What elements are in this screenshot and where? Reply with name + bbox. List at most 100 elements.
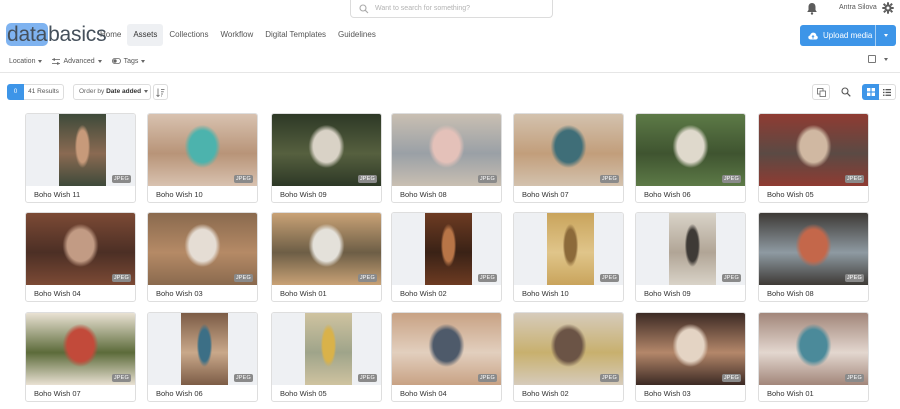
cloud-upload-icon xyxy=(808,32,818,39)
asset-photo xyxy=(547,213,594,285)
upload-dropdown-toggle[interactable] xyxy=(876,34,896,37)
asset-thumbnail[interactable]: JPEG xyxy=(636,313,745,385)
file-type-badge: JPEG xyxy=(357,274,377,282)
filter-advanced[interactable]: Advanced xyxy=(52,55,102,67)
asset-card[interactable]: JPEG Boho Wish 06 xyxy=(635,113,746,203)
file-type-badge: JPEG xyxy=(233,274,253,282)
asset-thumbnail[interactable]: JPEG xyxy=(514,114,623,186)
user-name[interactable]: Antra Silova xyxy=(839,4,877,11)
asset-card[interactable]: JPEG Boho Wish 03 xyxy=(147,212,258,302)
asset-name: Boho Wish 04 xyxy=(34,289,81,298)
asset-thumbnail[interactable]: JPEG xyxy=(148,313,257,385)
asset-card[interactable]: JPEG Boho Wish 04 xyxy=(391,312,502,402)
asset-card[interactable]: JPEG Boho Wish 11 xyxy=(25,113,136,203)
asset-card[interactable]: JPEG Boho Wish 06 xyxy=(147,312,258,402)
asset-name: Boho Wish 08 xyxy=(400,190,447,199)
asset-thumbnail[interactable]: JPEG xyxy=(392,114,501,186)
zoom-button[interactable] xyxy=(838,84,854,100)
asset-name: Boho Wish 05 xyxy=(280,389,327,398)
asset-card[interactable]: JPEG Boho Wish 02 xyxy=(513,312,624,402)
asset-thumbnail[interactable]: JPEG xyxy=(636,114,745,186)
asset-thumbnail[interactable]: JPEG xyxy=(759,313,868,385)
asset-thumbnail[interactable]: JPEG xyxy=(272,114,381,186)
asset-thumbnail[interactable]: JPEG xyxy=(392,313,501,385)
chevron-down-icon xyxy=(97,59,102,63)
asset-name: Boho Wish 08 xyxy=(767,289,814,298)
file-type-badge: JPEG xyxy=(721,274,741,282)
upload-media-label: Upload media xyxy=(823,31,873,40)
gear-icon[interactable] xyxy=(882,2,894,14)
chevron-down-icon xyxy=(884,34,888,37)
chevron-down-icon xyxy=(141,59,146,63)
file-type-badge: JPEG xyxy=(599,274,619,282)
file-type-badge: JPEG xyxy=(111,374,131,382)
asset-thumbnail[interactable]: JPEG xyxy=(26,313,135,385)
asset-card[interactable]: JPEG Boho Wish 02 xyxy=(391,212,502,302)
view-options[interactable] xyxy=(868,55,888,63)
asset-card[interactable]: JPEG Boho Wish 09 xyxy=(635,212,746,302)
main-nav: Home Assets Collections Workflow Digital… xyxy=(94,24,382,46)
asset-thumbnail[interactable]: JPEG xyxy=(514,213,623,285)
bell-icon[interactable] xyxy=(806,2,818,15)
asset-thumbnail[interactable]: JPEG xyxy=(514,313,623,385)
logo[interactable]: databasics xyxy=(6,22,107,48)
asset-card[interactable]: JPEG Boho Wish 07 xyxy=(25,312,136,402)
file-type-badge: JPEG xyxy=(844,374,864,382)
asset-card[interactable]: JPEG Boho Wish 09 xyxy=(271,113,382,203)
asset-thumbnail[interactable]: JPEG xyxy=(26,114,135,186)
file-type-badge: JPEG xyxy=(844,175,864,183)
file-type-badge: JPEG xyxy=(357,175,377,183)
asset-thumbnail[interactable]: JPEG xyxy=(392,213,501,285)
asset-thumbnail[interactable]: JPEG xyxy=(148,213,257,285)
asset-card[interactable]: JPEG Boho Wish 05 xyxy=(271,312,382,402)
asset-photo xyxy=(425,213,472,285)
filter-location[interactable]: Location xyxy=(9,55,43,67)
asset-card[interactable]: JPEG Boho Wish 10 xyxy=(147,113,258,203)
selected-count[interactable]: 0 xyxy=(7,84,24,100)
asset-thumbnail[interactable]: JPEG xyxy=(26,213,135,285)
asset-thumbnail[interactable]: JPEG xyxy=(759,213,868,285)
upload-media-button[interactable]: Upload media xyxy=(800,25,876,46)
nav-home[interactable]: Home xyxy=(94,24,127,46)
list-view-button[interactable] xyxy=(879,84,896,100)
nav-guidelines[interactable]: Guidelines xyxy=(332,24,382,46)
sort-direction-button[interactable] xyxy=(153,84,168,100)
asset-card[interactable]: JPEG Boho Wish 04 xyxy=(25,212,136,302)
duplicate-button[interactable] xyxy=(812,84,830,100)
asset-name: Boho Wish 03 xyxy=(644,389,691,398)
sort-icon xyxy=(156,88,165,97)
asset-name: Boho Wish 10 xyxy=(522,289,569,298)
nav-collections[interactable]: Collections xyxy=(163,24,214,46)
copy-icon xyxy=(816,87,826,97)
asset-card[interactable]: JPEG Boho Wish 03 xyxy=(635,312,746,402)
asset-thumbnail[interactable]: JPEG xyxy=(272,313,381,385)
asset-name: Boho Wish 02 xyxy=(522,389,569,398)
asset-thumbnail[interactable]: JPEG xyxy=(636,213,745,285)
search-box[interactable]: Want to search for something? xyxy=(350,0,553,18)
asset-card[interactable]: JPEG Boho Wish 10 xyxy=(513,212,624,302)
order-by-select[interactable]: Order by Date added xyxy=(73,84,151,100)
search-input[interactable]: Want to search for something? xyxy=(375,5,470,12)
asset-card[interactable]: JPEG Boho Wish 01 xyxy=(271,212,382,302)
asset-card[interactable]: JPEG Boho Wish 05 xyxy=(758,113,869,203)
asset-card[interactable]: JPEG Boho Wish 07 xyxy=(513,113,624,203)
square-icon xyxy=(868,55,876,63)
grid-view-button[interactable] xyxy=(862,84,879,100)
asset-thumbnail[interactable]: JPEG xyxy=(759,114,868,186)
asset-thumbnail[interactable]: JPEG xyxy=(272,213,381,285)
nav-workflow[interactable]: Workflow xyxy=(215,24,260,46)
chevron-down-icon xyxy=(38,59,43,63)
asset-name: Boho Wish 02 xyxy=(400,289,447,298)
nav-digital-templates[interactable]: Digital Templates xyxy=(259,24,332,46)
file-type-badge: JPEG xyxy=(721,175,741,183)
file-type-badge: JPEG xyxy=(233,175,253,183)
asset-card[interactable]: JPEG Boho Wish 08 xyxy=(391,113,502,203)
filter-bar: Location Advanced Tags xyxy=(9,55,155,67)
filter-tags[interactable]: Tags xyxy=(111,55,146,67)
asset-thumbnail[interactable]: JPEG xyxy=(148,114,257,186)
asset-card[interactable]: JPEG Boho Wish 01 xyxy=(758,312,869,402)
nav-assets[interactable]: Assets xyxy=(127,24,164,46)
asset-card[interactable]: JPEG Boho Wish 08 xyxy=(758,212,869,302)
divider xyxy=(0,72,900,73)
asset-name: Boho Wish 03 xyxy=(156,289,203,298)
